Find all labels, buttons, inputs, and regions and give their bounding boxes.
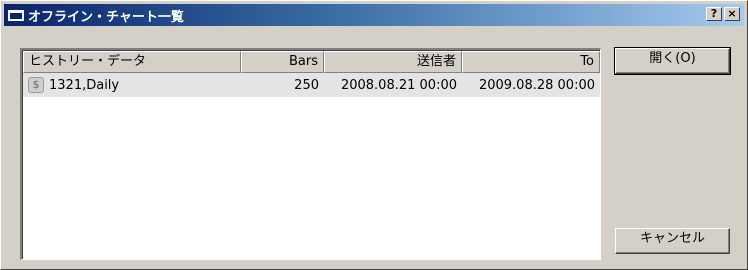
column-header-bars[interactable]: Bars: [241, 51, 324, 73]
dollar-icon: $: [28, 77, 44, 93]
title-bar[interactable]: オフライン・チャート一覧 ? ×: [4, 4, 744, 26]
row-name-cell: $ 1321,Daily: [23, 77, 241, 93]
history-list[interactable]: ヒストリー・データ Bars 送信者 To $ 1321,Daily 250 2…: [20, 48, 601, 260]
close-button[interactable]: ×: [724, 7, 740, 21]
window-title: オフライン・チャート一覧: [28, 9, 184, 25]
open-button[interactable]: 開く(O): [614, 47, 731, 75]
row-from-cell: 2008.08.21 00:00: [340, 77, 457, 93]
window-icon: [8, 9, 24, 21]
cancel-button[interactable]: キャンセル: [615, 228, 730, 254]
list-header: ヒストリー・データ Bars 送信者 To: [23, 51, 600, 73]
history-list-inner: ヒストリー・データ Bars 送信者 To $ 1321,Daily 250 2…: [22, 50, 600, 259]
help-button[interactable]: ?: [706, 7, 722, 21]
row-to-cell: 2009.08.28 00:00: [478, 77, 595, 93]
row-bars-cell: 250: [294, 77, 319, 93]
offline-chart-dialog: オフライン・チャート一覧 ? × ヒストリー・データ Bars 送信者 To $…: [0, 0, 748, 270]
row-symbol-label: 1321,Daily: [49, 77, 120, 93]
column-header-from[interactable]: 送信者: [324, 51, 462, 73]
column-header-to[interactable]: To: [462, 51, 600, 73]
table-row[interactable]: $ 1321,Daily 250 2008.08.21 00:00 2009.0…: [23, 73, 600, 97]
title-buttons: ? ×: [706, 7, 740, 21]
column-header-history[interactable]: ヒストリー・データ: [23, 51, 241, 73]
